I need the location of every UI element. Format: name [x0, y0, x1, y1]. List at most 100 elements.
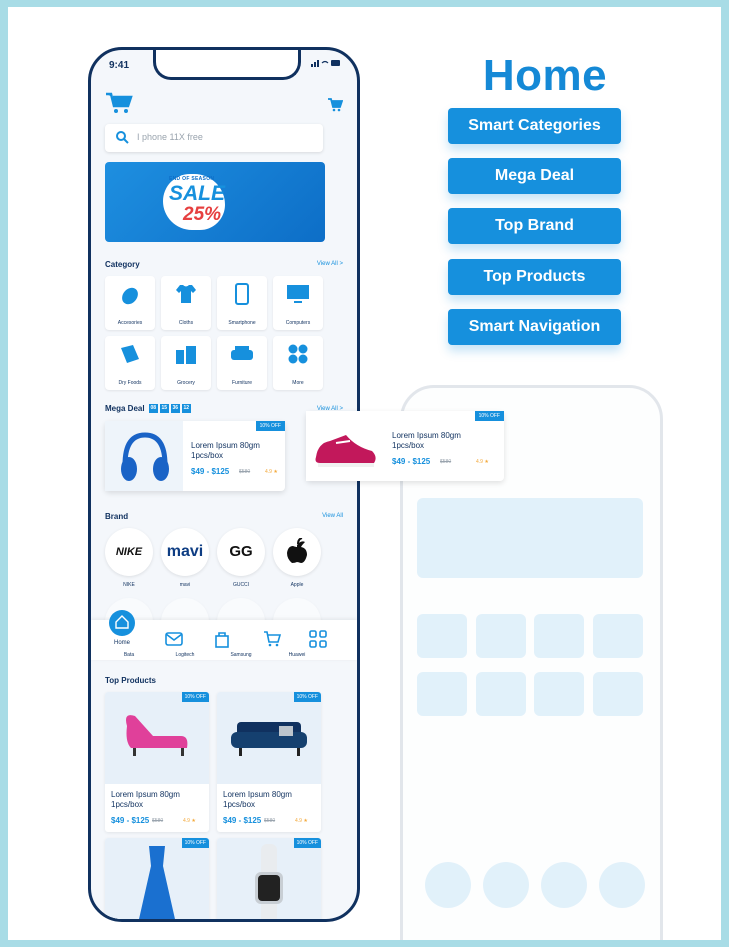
product-rating: 4.9 ★ — [183, 818, 196, 824]
timer-hours: 08 — [148, 404, 158, 414]
brand-view-all-link[interactable]: View All — [322, 513, 343, 519]
status-time: 9:41 — [109, 60, 130, 71]
tab-home[interactable] — [109, 610, 135, 636]
nike-logo: NIKE — [115, 546, 143, 558]
category-label: Computers — [285, 320, 311, 326]
product-old-price: $580 — [152, 818, 164, 824]
product-card[interactable]: 10% OFF Lorem Ipsum 80gm 1pcs/box $49 - … — [105, 692, 209, 832]
dry-foods-icon — [121, 345, 139, 363]
gucci-logo: GG — [229, 543, 253, 560]
deal-title-line1: Lorem Ipsum 80gm — [392, 431, 461, 440]
category-item-more[interactable]: More — [273, 336, 323, 390]
discount-badge: 10% OFF — [293, 692, 321, 702]
category-item-smartphone[interactable]: Smartphone — [217, 276, 267, 330]
brand-label: Apple — [290, 582, 304, 588]
category-item-computers[interactable]: Computers — [273, 276, 323, 330]
mail-icon[interactable] — [165, 630, 183, 648]
brand-title: Brand — [105, 512, 129, 521]
banner-discount: 25% — [183, 204, 222, 225]
product-title-line1: Lorem Ipsum 80gm — [111, 790, 180, 799]
brand-label: Logitech — [175, 652, 195, 658]
phone-notch — [153, 50, 301, 80]
discount-badge: 10% OFF — [255, 421, 285, 431]
sale-banner[interactable]: END OF SEASON SALE 25% — [105, 162, 325, 242]
menu-grid-icon[interactable] — [309, 630, 327, 648]
shopping-bag-icon[interactable] — [213, 630, 231, 648]
mega-deal-card[interactable]: 10% OFF Lorem Ipsum 80gm 1pcs/box $49 - … — [105, 421, 285, 491]
feature-pill-smart-navigation: Smart Navigation — [448, 309, 621, 345]
apple-logo-icon — [287, 538, 307, 563]
product-title-line2: 1pcs/box — [111, 800, 144, 809]
phone-mockup: 9:41 I phone 11X free END OF SEASON SALE… — [88, 47, 360, 922]
brand-mavi[interactable]: mavi — [161, 528, 209, 576]
brand-nike[interactable]: NIKE — [105, 528, 153, 576]
brand-gucci[interactable]: GG — [217, 528, 265, 576]
feature-pill-top-products: Top Products — [448, 259, 621, 295]
cart-logo-icon — [106, 92, 133, 113]
category-view-all-link[interactable]: View All > — [317, 261, 343, 267]
timer-minutes: 15 — [159, 404, 169, 414]
shirt-icon — [176, 285, 196, 303]
category-label: Furniture — [231, 380, 252, 386]
category-label: Grocery — [177, 380, 195, 386]
feature-pill-top-brand: Top Brand — [448, 208, 621, 244]
discount-badge: 10% OFF — [474, 411, 504, 421]
mouse-icon — [122, 287, 138, 305]
monitor-icon — [287, 285, 309, 303]
navy-sofa-image — [217, 692, 321, 784]
category-item-cloths[interactable]: Cloths — [161, 276, 211, 330]
mavi-logo: mavi — [166, 543, 204, 560]
smartwatch-image — [217, 838, 321, 919]
product-card[interactable]: 10% OFF — [217, 838, 321, 919]
mega-deal-card-floating[interactable]: 10% OFF Lorem Ipsum 80gm 1pcs/box $49 - … — [306, 411, 504, 481]
category-item-grocery[interactable]: Grocery — [161, 336, 211, 390]
smartphone-icon — [235, 283, 249, 305]
deal-title-line2: 1pcs/box — [392, 441, 425, 450]
discount-badge: 10% OFF — [181, 838, 209, 848]
discount-badge: 10% OFF — [181, 692, 209, 702]
product-old-price: $580 — [264, 818, 276, 824]
product-price: $49 - $125 — [223, 816, 262, 825]
brand-apple[interactable] — [273, 528, 321, 576]
product-card[interactable]: 10% OFF Lorem Ipsum 80gm 1pcs/box $49 - … — [217, 692, 321, 832]
brand-label: mavi — [179, 582, 191, 588]
category-item-dry-foods[interactable]: Dry Foods — [105, 336, 155, 390]
sofa-icon — [231, 346, 253, 360]
search-icon — [116, 131, 129, 144]
category-item-furniture[interactable]: Furniture — [217, 336, 267, 390]
discount-badge: 10% OFF — [293, 838, 321, 848]
brand-label: Samsung — [230, 652, 252, 658]
tab-home-label: Home — [113, 640, 130, 646]
home-icon — [115, 615, 129, 629]
category-label: Smartphone — [228, 320, 256, 326]
deal-old-price: $580 — [440, 459, 452, 465]
product-rating: 4.9 ★ — [295, 818, 308, 824]
brand-label: GUCCI — [232, 582, 250, 588]
status-icons — [311, 59, 341, 69]
timer-seconds: 36 — [170, 404, 180, 414]
showcase-canvas: Home Smart Categories Mega Deal Top Bran… — [8, 7, 721, 940]
headphones-image — [105, 421, 183, 491]
category-label: Cloths — [178, 320, 194, 326]
grocery-icon — [176, 346, 196, 364]
cart-tab-icon[interactable] — [263, 630, 281, 648]
product-title-line2: 1pcs/box — [223, 800, 256, 809]
deal-rating: 4.9 ★ — [476, 459, 489, 465]
search-placeholder: I phone 11X free — [137, 132, 203, 142]
search-input[interactable]: I phone 11X free — [105, 124, 323, 152]
category-title: Category — [105, 260, 140, 269]
more-grid-icon — [288, 344, 308, 364]
brand-label: NIKE — [123, 582, 135, 588]
blue-dress-image — [105, 838, 209, 919]
deal-price: $49 - $125 — [191, 467, 230, 476]
mega-deal-label: Mega Deal — [105, 404, 145, 413]
feature-pill-smart-categories: Smart Categories — [448, 108, 621, 144]
cart-icon[interactable] — [327, 98, 343, 112]
category-label: Accesories — [117, 320, 143, 326]
timer-ms: 12 — [181, 404, 191, 414]
product-card[interactable]: 10% OFF — [105, 838, 209, 919]
category-label: More — [292, 380, 304, 386]
deal-rating: 4.9 ★ — [265, 469, 278, 475]
category-item-accesories[interactable]: Accesories — [105, 276, 155, 330]
top-products-title: Top Products — [105, 676, 156, 685]
